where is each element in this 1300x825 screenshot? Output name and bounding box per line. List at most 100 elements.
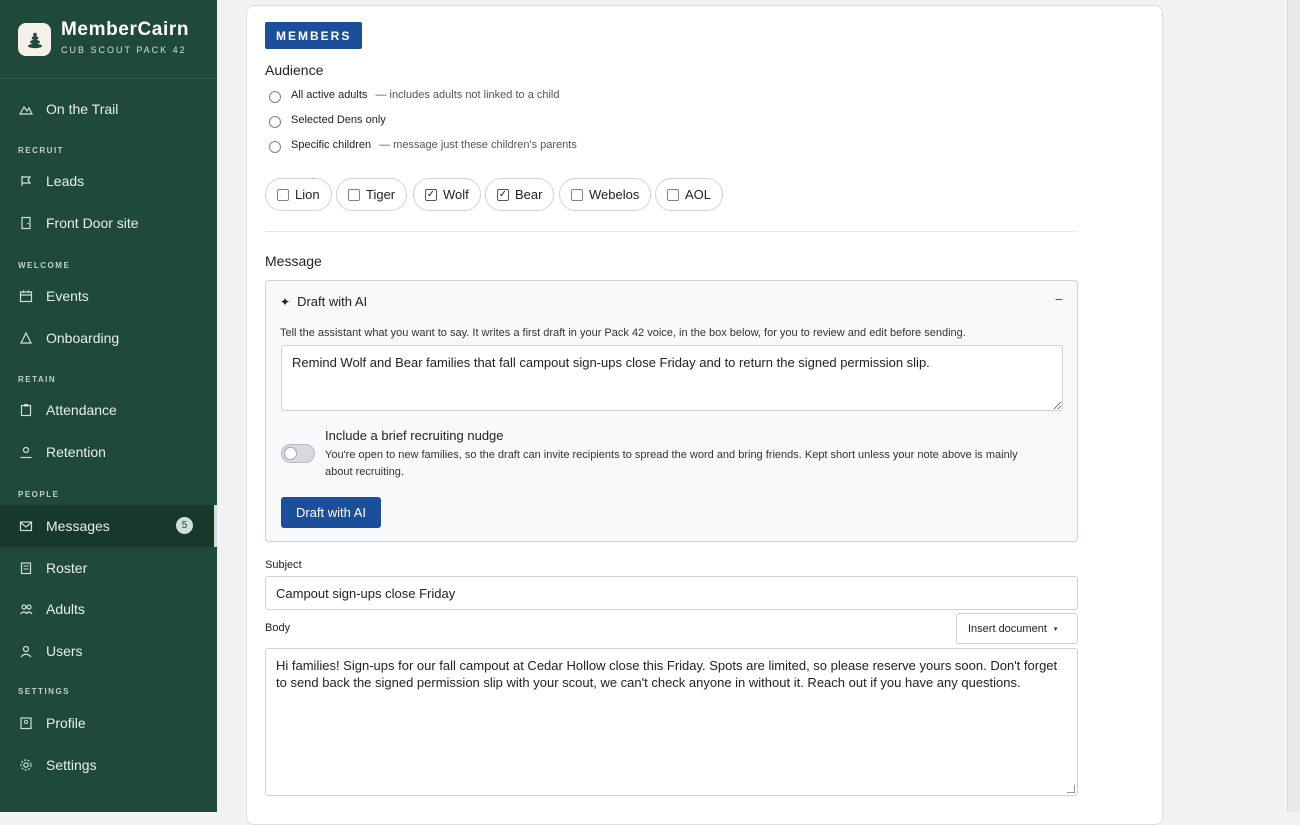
draft-with-ai-panel: ✦ Draft with AI − Tell the assistant wha… xyxy=(265,280,1078,542)
page-scrollbar[interactable] xyxy=(1287,0,1300,812)
brand-header: MemberCairn CUB SCOUT PACK 42 xyxy=(0,0,217,79)
body-label: Body xyxy=(265,622,291,634)
sidebar-item-label: Roster xyxy=(46,560,88,576)
sidebar-item-onboarding[interactable]: Onboarding xyxy=(0,317,217,359)
nudge-title: Include a brief recruiting nudge xyxy=(325,428,504,443)
den-label: AOL xyxy=(685,187,712,202)
audience-label: Audience xyxy=(265,62,324,78)
audience-option-selected-dens[interactable]: Selected Dens only xyxy=(269,114,386,128)
sidebar-item-label: Settings xyxy=(46,757,97,773)
den-chip-aol[interactable]: AOL xyxy=(655,178,724,211)
nav-section-people: PEOPLE xyxy=(18,490,60,499)
radio-selected-dens[interactable] xyxy=(269,116,281,128)
nav-section-retain: RETAIN xyxy=(18,375,57,384)
sidebar-item-messages[interactable]: Messages 5 xyxy=(0,505,217,547)
collapse-button[interactable]: − xyxy=(1055,291,1063,307)
checkbox-lion[interactable] xyxy=(277,188,289,201)
checkbox-bear[interactable]: ✓ xyxy=(497,188,509,201)
den-chip-tiger[interactable]: Tiger xyxy=(336,178,408,211)
subject-label: Subject xyxy=(265,559,302,571)
sidebar-item-profile[interactable]: Profile xyxy=(0,702,217,744)
sidebar: MemberCairn CUB SCOUT PACK 42 On the Tra… xyxy=(0,0,217,812)
sparkle-icon: ✦ xyxy=(280,294,291,309)
audience-option-note: — message just these children's parents xyxy=(379,139,577,151)
audience-option-label: Selected Dens only xyxy=(291,114,386,126)
sidebar-item-users[interactable]: Users xyxy=(0,630,217,672)
ai-prompt-input[interactable]: Remind Wolf and Bear families that fall … xyxy=(281,345,1063,411)
mail-icon xyxy=(18,518,34,534)
audience-option-specific-children[interactable]: Specific children — message just these c… xyxy=(269,139,577,153)
sidebar-item-roster[interactable]: Roster xyxy=(0,547,217,589)
sidebar-item-front-door-site[interactable]: Front Door site xyxy=(0,202,217,244)
nav-section-welcome: WELCOME xyxy=(18,261,71,270)
checkbox-wolf[interactable]: ✓ xyxy=(425,188,437,201)
body-textarea[interactable]: Hi families! Sign-ups for our fall campo… xyxy=(265,648,1078,796)
leads-icon xyxy=(18,173,34,189)
den-label: Wolf xyxy=(443,187,469,202)
audience-option-label: All active adults xyxy=(291,89,368,101)
chevron-down-icon: ▾ xyxy=(1053,625,1058,633)
sidebar-item-retention[interactable]: Retention xyxy=(0,431,217,473)
draft-with-ai-button[interactable]: Draft with AI xyxy=(281,497,381,528)
tab-members[interactable]: MEMBERS xyxy=(265,22,363,49)
sidebar-item-label: Leads xyxy=(46,173,85,189)
sidebar-item-label: Messages xyxy=(46,518,110,534)
recruiting-nudge-toggle[interactable] xyxy=(281,444,315,463)
insert-document-label: Insert document xyxy=(968,622,1047,635)
message-label: Message xyxy=(265,253,322,269)
sidebar-item-on-the-trail[interactable]: On the Trail xyxy=(0,88,217,130)
den-chip-wolf[interactable]: ✓ Wolf xyxy=(413,178,481,211)
profile-icon xyxy=(18,715,34,731)
den-label: Tiger xyxy=(366,187,396,202)
sidebar-item-events[interactable]: Events xyxy=(0,275,217,317)
adults-icon xyxy=(18,601,34,617)
body-text: Hi families! Sign-ups for our fall campo… xyxy=(276,658,1058,690)
cairn-logo-icon[interactable] xyxy=(18,23,51,56)
sidebar-item-label: Profile xyxy=(46,715,86,731)
nav-section-settings: SETTINGS xyxy=(18,687,71,696)
audience-option-label: Specific children xyxy=(291,139,372,151)
toggle-knob xyxy=(284,447,297,460)
sidebar-item-label: On the Trail xyxy=(46,101,119,117)
unread-count-badge: 5 xyxy=(176,517,193,534)
audience-option-note: — includes adults not linked to a child xyxy=(375,89,560,101)
trail-icon xyxy=(18,101,34,117)
gear-icon xyxy=(18,757,34,773)
sidebar-item-leads[interactable]: Leads xyxy=(0,160,217,202)
radio-all-adults[interactable] xyxy=(269,91,281,103)
sidebar-item-label: Events xyxy=(46,288,89,304)
app-subtitle: CUB SCOUT PACK 42 xyxy=(61,45,187,55)
sidebar-item-label: Retention xyxy=(46,444,106,460)
nav-section-recruit: RECRUIT xyxy=(18,146,65,155)
section-divider xyxy=(265,231,1077,232)
onboarding-icon xyxy=(18,330,34,346)
den-chip-webelos[interactable]: Webelos xyxy=(559,178,652,211)
audience-option-all-adults[interactable]: All active adults — includes adults not … xyxy=(269,89,560,103)
ai-help-text: Tell the assistant what you want to say.… xyxy=(280,327,966,339)
compose-card: MEMBERS Audience All active adults — inc… xyxy=(246,5,1163,825)
insert-document-select[interactable]: Insert document ▾ xyxy=(956,613,1078,644)
den-chip-lion[interactable]: Lion xyxy=(265,178,332,211)
checkbox-tiger[interactable] xyxy=(348,188,360,201)
sidebar-item-adults[interactable]: Adults xyxy=(0,588,217,630)
door-icon xyxy=(18,215,34,231)
den-label: Lion xyxy=(295,187,320,202)
ai-panel-title: ✦ Draft with AI xyxy=(280,294,367,309)
sidebar-item-label: Attendance xyxy=(46,402,117,418)
nudge-description: You're open to new families, so the draf… xyxy=(325,449,1018,478)
den-label: Webelos xyxy=(589,187,640,202)
sidebar-item-label: Front Door site xyxy=(46,215,139,231)
resize-handle[interactable] xyxy=(1067,785,1075,793)
radio-specific-children[interactable] xyxy=(269,141,281,153)
ai-panel-title-text: Draft with AI xyxy=(297,294,368,309)
clipboard-icon xyxy=(18,402,34,418)
den-label: Bear xyxy=(515,187,543,202)
calendar-icon xyxy=(18,288,34,304)
subject-input[interactable] xyxy=(265,576,1078,610)
den-chip-bear[interactable]: ✓ Bear xyxy=(485,178,555,211)
sidebar-item-attendance[interactable]: Attendance xyxy=(0,389,217,431)
checkbox-webelos[interactable] xyxy=(571,188,583,201)
sidebar-item-settings[interactable]: Settings xyxy=(0,744,217,786)
checkbox-aol[interactable] xyxy=(667,188,679,201)
sidebar-item-label: Adults xyxy=(46,601,85,617)
